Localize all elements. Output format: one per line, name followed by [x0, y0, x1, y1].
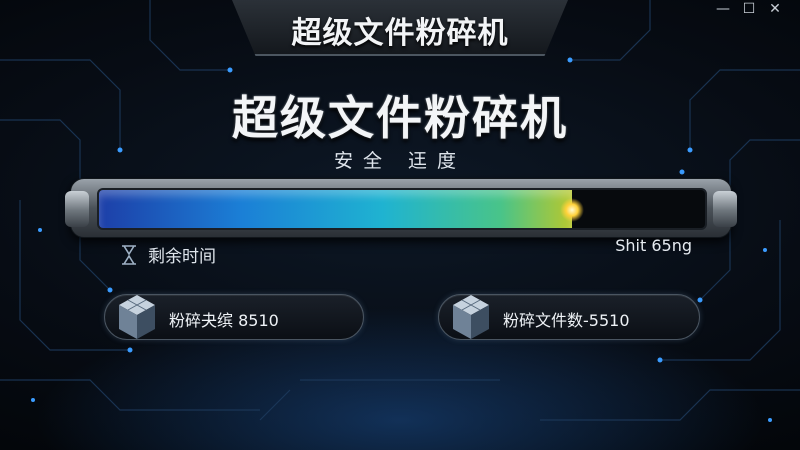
remaining-time: 剩余时间	[118, 242, 216, 267]
page-title: 超级文件粉碎机	[232, 91, 568, 145]
shredded-size-label: 粉碎夬缤 8510	[169, 311, 279, 330]
title-plate: 超级文件粉碎机	[232, 0, 568, 56]
minimize-button[interactable]: —	[712, 0, 734, 18]
app-window: 超级文件粉碎机 — ☐ ✕ 超级文件粉碎机 安全 迋度 剩余时间 Shit 65…	[0, 0, 800, 450]
progress-track	[97, 188, 707, 230]
cube-icon	[119, 295, 155, 339]
progress-spark	[559, 198, 584, 222]
shredded-files-stat: 粉碎文件数-5510	[438, 294, 700, 340]
progress-end-cap-left	[65, 191, 89, 227]
maximize-button[interactable]: ☐	[738, 0, 760, 18]
window-title: 超级文件粉碎机	[291, 16, 509, 51]
shredded-files-label: 粉碎文件数-5510	[503, 311, 630, 330]
progress-fill	[99, 190, 572, 228]
speed-readout: Shit 65ng	[615, 236, 692, 255]
close-button[interactable]: ✕	[764, 0, 786, 18]
remaining-time-label: 剩余时间	[148, 247, 216, 267]
shredded-size-stat: 粉碎夬缤 8510	[104, 294, 364, 340]
hourglass-icon	[122, 244, 136, 265]
progress-end-cap-right	[713, 191, 737, 227]
progress-bar	[65, 178, 737, 238]
cube-icon	[453, 295, 489, 339]
page-subtitle: 安全 迋度	[333, 150, 467, 172]
